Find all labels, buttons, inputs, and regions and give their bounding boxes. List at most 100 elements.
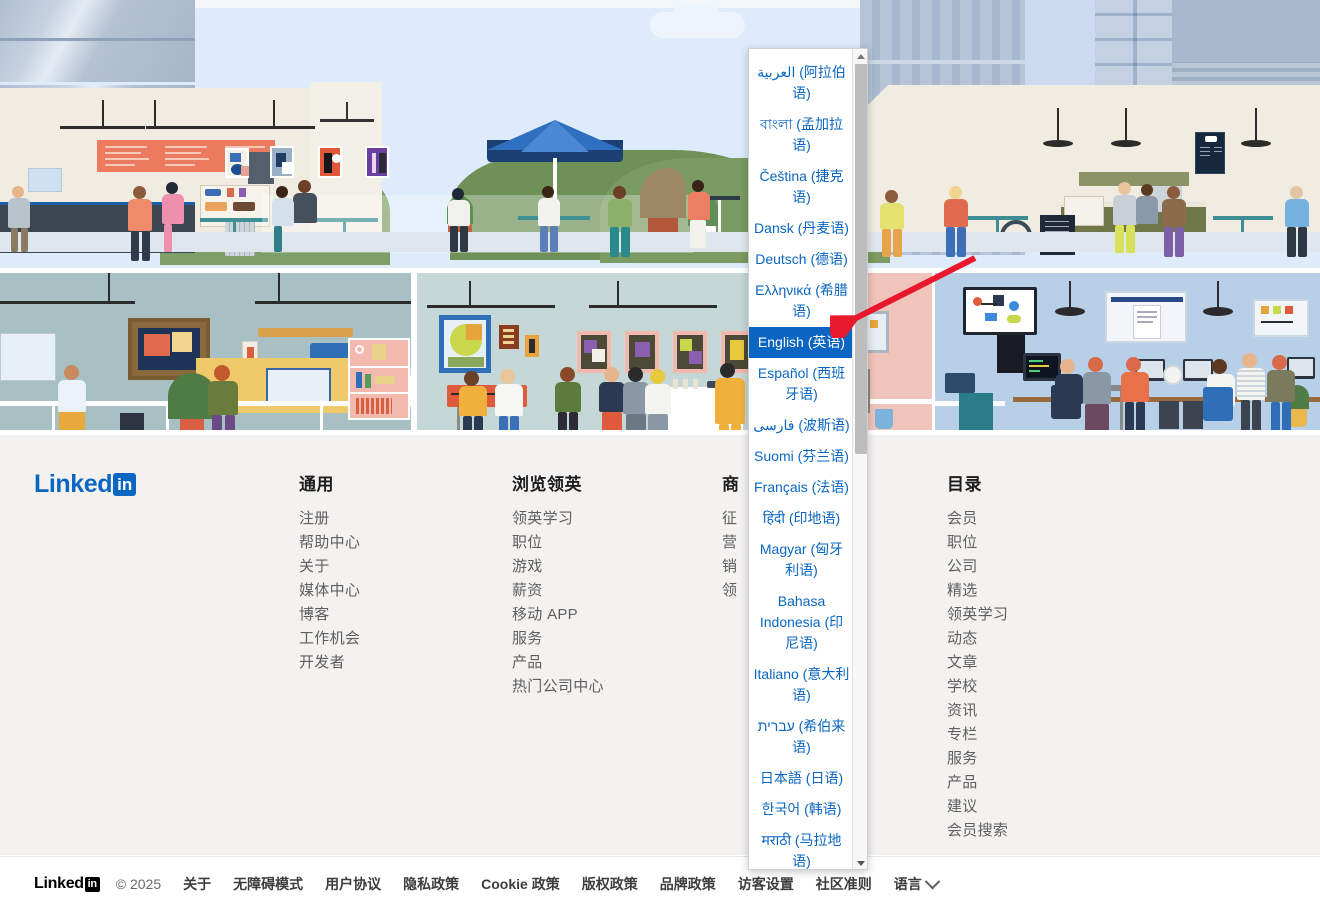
bottom-link-privacy-policy[interactable]: 隐私政策 — [403, 874, 459, 894]
footer-link[interactable]: 专栏 — [947, 723, 1137, 747]
footer-link-list: 领英学习 职位 游戏 薪资 移动 APP 服务 产品 热门公司中心 — [512, 507, 692, 699]
pendant-bar-icon — [265, 126, 315, 129]
footer-link[interactable]: 移动 APP — [512, 603, 692, 627]
language-dropdown-menu[interactable]: العربية (阿拉伯语) বাংলা (孟加拉语) Čeština (捷克语… — [748, 48, 868, 870]
bookcase — [348, 338, 410, 420]
calendar-icon — [0, 333, 56, 381]
whiteboard — [1253, 299, 1309, 337]
pc-tower-icon — [1159, 401, 1179, 429]
projection-screen — [1105, 291, 1187, 343]
hero-illustration — [0, 0, 1320, 268]
laptop-icon — [945, 373, 975, 393]
footer-link-list: 会员 职位 公司 精选 领英学习 动态 文章 学校 资讯 专栏 服务 产品 建议… — [947, 507, 1137, 843]
language-selector-button[interactable]: 语言 — [894, 873, 940, 894]
footer-link[interactable]: 文章 — [947, 651, 1137, 675]
language-option-hindi[interactable]: हिंदी (印地语) — [749, 503, 854, 534]
scrollbar-thumb[interactable] — [855, 64, 867, 454]
language-option-persian[interactable]: فارسی (波斯语) — [749, 410, 854, 441]
bottom-link-user-agreement[interactable]: 用户协议 — [325, 874, 381, 894]
desk-fan-icon — [1163, 365, 1183, 385]
bottom-link-cookie-policy[interactable]: Cookie 政策 — [481, 874, 560, 894]
footer-link[interactable]: 会员 — [947, 507, 1137, 531]
footer-link[interactable]: 资讯 — [947, 699, 1137, 723]
language-option-french[interactable]: Français (法语) — [749, 472, 854, 503]
scroll-up-arrow-icon[interactable] — [853, 49, 867, 64]
server-tower-icon — [959, 393, 993, 430]
footer-link[interactable]: 动态 — [947, 627, 1137, 651]
language-option-bengali[interactable]: বাংলা (孟加拉语) — [749, 109, 854, 161]
bottom-logo-word: Linked — [34, 875, 84, 892]
office-chair — [1051, 385, 1081, 419]
footer-link[interactable]: 职位 — [947, 531, 1137, 555]
footer-link[interactable]: 领英学习 — [512, 507, 692, 531]
footer-link[interactable]: 薪资 — [512, 579, 692, 603]
language-option-spanish[interactable]: Español (西班牙语) — [749, 358, 854, 410]
footer-link[interactable]: 职位 — [512, 531, 692, 555]
footer-link[interactable]: 服务 — [512, 627, 692, 651]
pendant-shade-icon — [1043, 140, 1073, 147]
small-art-icon — [499, 325, 519, 349]
scroll-down-arrow-icon[interactable] — [853, 856, 867, 869]
language-option-korean[interactable]: 한국어 (韩语) — [749, 794, 854, 825]
language-option-danish[interactable]: Dansk (丹麦语) — [749, 213, 854, 244]
bottom-link-about[interactable]: 关于 — [183, 874, 211, 894]
wall-sign — [28, 168, 62, 192]
footer-link[interactable]: 精选 — [947, 579, 1137, 603]
bottom-link-guest-controls[interactable]: 访客设置 — [738, 874, 794, 894]
footer-link[interactable]: 产品 — [947, 771, 1137, 795]
pie-chart-art-icon — [439, 315, 491, 373]
footer-linkedin-logo[interactable]: Linked in — [34, 470, 137, 499]
language-option-hungarian[interactable]: Magyar (匈牙利语) — [749, 534, 854, 586]
bottom-link-brand-policy[interactable]: 品牌政策 — [660, 874, 716, 894]
footer-link[interactable]: 学校 — [947, 675, 1137, 699]
pc-tower-icon — [1183, 401, 1203, 429]
language-option-greek[interactable]: Ελληνικά (希腊语) — [749, 275, 854, 327]
linkedin-footer-page: Linked in 通用 注册 帮助中心 关于 媒体中心 博客 工作机会 开发者 … — [0, 0, 1320, 911]
language-option-arabic[interactable]: العربية (阿拉伯语) — [749, 57, 854, 109]
language-option-english[interactable]: English (英语) — [749, 327, 854, 358]
footer-link[interactable]: 公司 — [947, 555, 1137, 579]
panel-studio — [0, 273, 411, 430]
language-option-indonesian[interactable]: Bahasa Indonesia (印尼语) — [749, 586, 854, 659]
glass-building-left-upper — [0, 0, 195, 82]
footer-link[interactable]: 产品 — [512, 651, 692, 675]
footer-link-list: 注册 帮助中心 关于 媒体中心 博客 工作机会 开发者 — [299, 507, 469, 675]
footer-link[interactable]: 开发者 — [299, 651, 469, 675]
language-menu-scrollbar[interactable] — [852, 49, 867, 869]
bottom-link-accessibility[interactable]: 无障碍模式 — [233, 874, 303, 894]
footer-column-heading: 浏览领英 — [512, 475, 582, 494]
pendant-shade-icon — [1055, 307, 1085, 316]
language-option-czech[interactable]: Čeština (捷克语) — [749, 161, 854, 213]
back-bar-shelf — [1079, 172, 1189, 186]
footer-link[interactable]: 领英学习 — [947, 603, 1137, 627]
footer-link[interactable]: 热门公司中心 — [512, 675, 692, 699]
gallery-art-icon — [673, 331, 707, 373]
bottom-link-copyright-policy[interactable]: 版权政策 — [582, 874, 638, 894]
footer-logo-word: Linked — [34, 470, 113, 498]
pendant-cord-icon — [1057, 108, 1059, 140]
footer-link[interactable]: 帮助中心 — [299, 531, 469, 555]
wall-art-icon — [318, 146, 342, 178]
bottom-link-community-guidelines[interactable]: 社区准则 — [816, 874, 872, 894]
language-option-japanese[interactable]: 日本語 (日语) — [749, 763, 854, 794]
footer-link[interactable]: 工作机会 — [299, 627, 469, 651]
language-option-italian[interactable]: Italiano (意大利语) — [749, 659, 854, 711]
language-option-marathi[interactable]: मराठी (马拉地语) — [749, 825, 854, 869]
footer-link[interactable]: 会员搜索 — [947, 819, 1137, 843]
footer-link[interactable]: 服务 — [947, 747, 1137, 771]
language-option-finnish[interactable]: Suomi (芬兰语) — [749, 441, 854, 472]
footer-link[interactable]: 建议 — [947, 795, 1137, 819]
footer-link[interactable]: 注册 — [299, 507, 469, 531]
language-option-hebrew[interactable]: עברית (希伯来语) — [749, 711, 854, 763]
wall-art-icon — [270, 146, 294, 178]
footer-link[interactable]: 媒体中心 — [299, 579, 469, 603]
language-option-list[interactable]: العربية (阿拉伯语) বাংলা (孟加拉语) Čeština (捷克语… — [749, 49, 854, 869]
panel-tech-office — [935, 273, 1320, 430]
footer-link[interactable]: 游戏 — [512, 555, 692, 579]
bucket-icon — [875, 409, 893, 429]
footer-link[interactable]: 关于 — [299, 555, 469, 579]
language-option-german[interactable]: Deutsch (德语) — [749, 244, 854, 275]
sky-gap-right — [1025, 0, 1095, 96]
footer-link[interactable]: 博客 — [299, 603, 469, 627]
bottom-linkedin-logo[interactable]: Linked in — [34, 875, 100, 893]
